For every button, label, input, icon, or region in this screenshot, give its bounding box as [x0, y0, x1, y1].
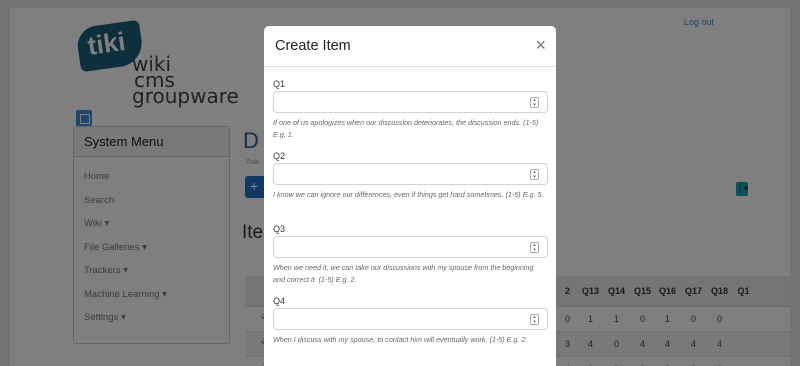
modal-header: Create Item × — [264, 26, 556, 67]
spinner-icon[interactable]: ▴ ▾ — [530, 242, 539, 253]
field-label: Q1 — [273, 79, 286, 89]
field-q4: Q4 ▴ ▾ When I discuss with my spouse, to … — [273, 296, 548, 346]
field-help-text: When we need it, we can take our discuss… — [273, 263, 534, 284]
spinner-icon[interactable]: ▴ ▾ — [530, 97, 539, 108]
field-label: Q4 — [273, 296, 286, 306]
q3-number-input[interactable]: ▴ ▾ — [273, 236, 548, 258]
field-q1: Q1 ▴ ▾ If one of us apologizes when our d… — [273, 79, 548, 140]
field-help-text: If one of us apologizes when our discuss… — [273, 118, 539, 139]
field-help-text: I know we can ignore our differences, ev… — [273, 190, 544, 199]
create-item-modal: Create Item × Q1 ▴ ▾ If one of us apologi… — [264, 26, 556, 366]
q2-number-input[interactable]: ▴ ▾ — [273, 163, 548, 185]
q4-number-input[interactable]: ▴ ▾ — [273, 308, 548, 330]
spinner-icon[interactable]: ▴ ▾ — [530, 169, 539, 180]
field-label: Q2 — [273, 151, 286, 161]
modal-title: Create Item — [275, 38, 351, 54]
field-help-text: When I discuss with my spouse, to contac… — [273, 335, 528, 344]
close-icon[interactable]: × — [535, 35, 546, 56]
field-q2: Q2 ▴ ▾ I know we can ignore our differenc… — [273, 151, 548, 201]
field-q3: Q3 ▴ ▾ When we need it, we can take our d… — [273, 224, 548, 285]
q1-number-input[interactable]: ▴ ▾ — [273, 91, 548, 113]
field-label: Q3 — [273, 224, 286, 234]
spinner-icon[interactable]: ▴ ▾ — [530, 314, 539, 325]
